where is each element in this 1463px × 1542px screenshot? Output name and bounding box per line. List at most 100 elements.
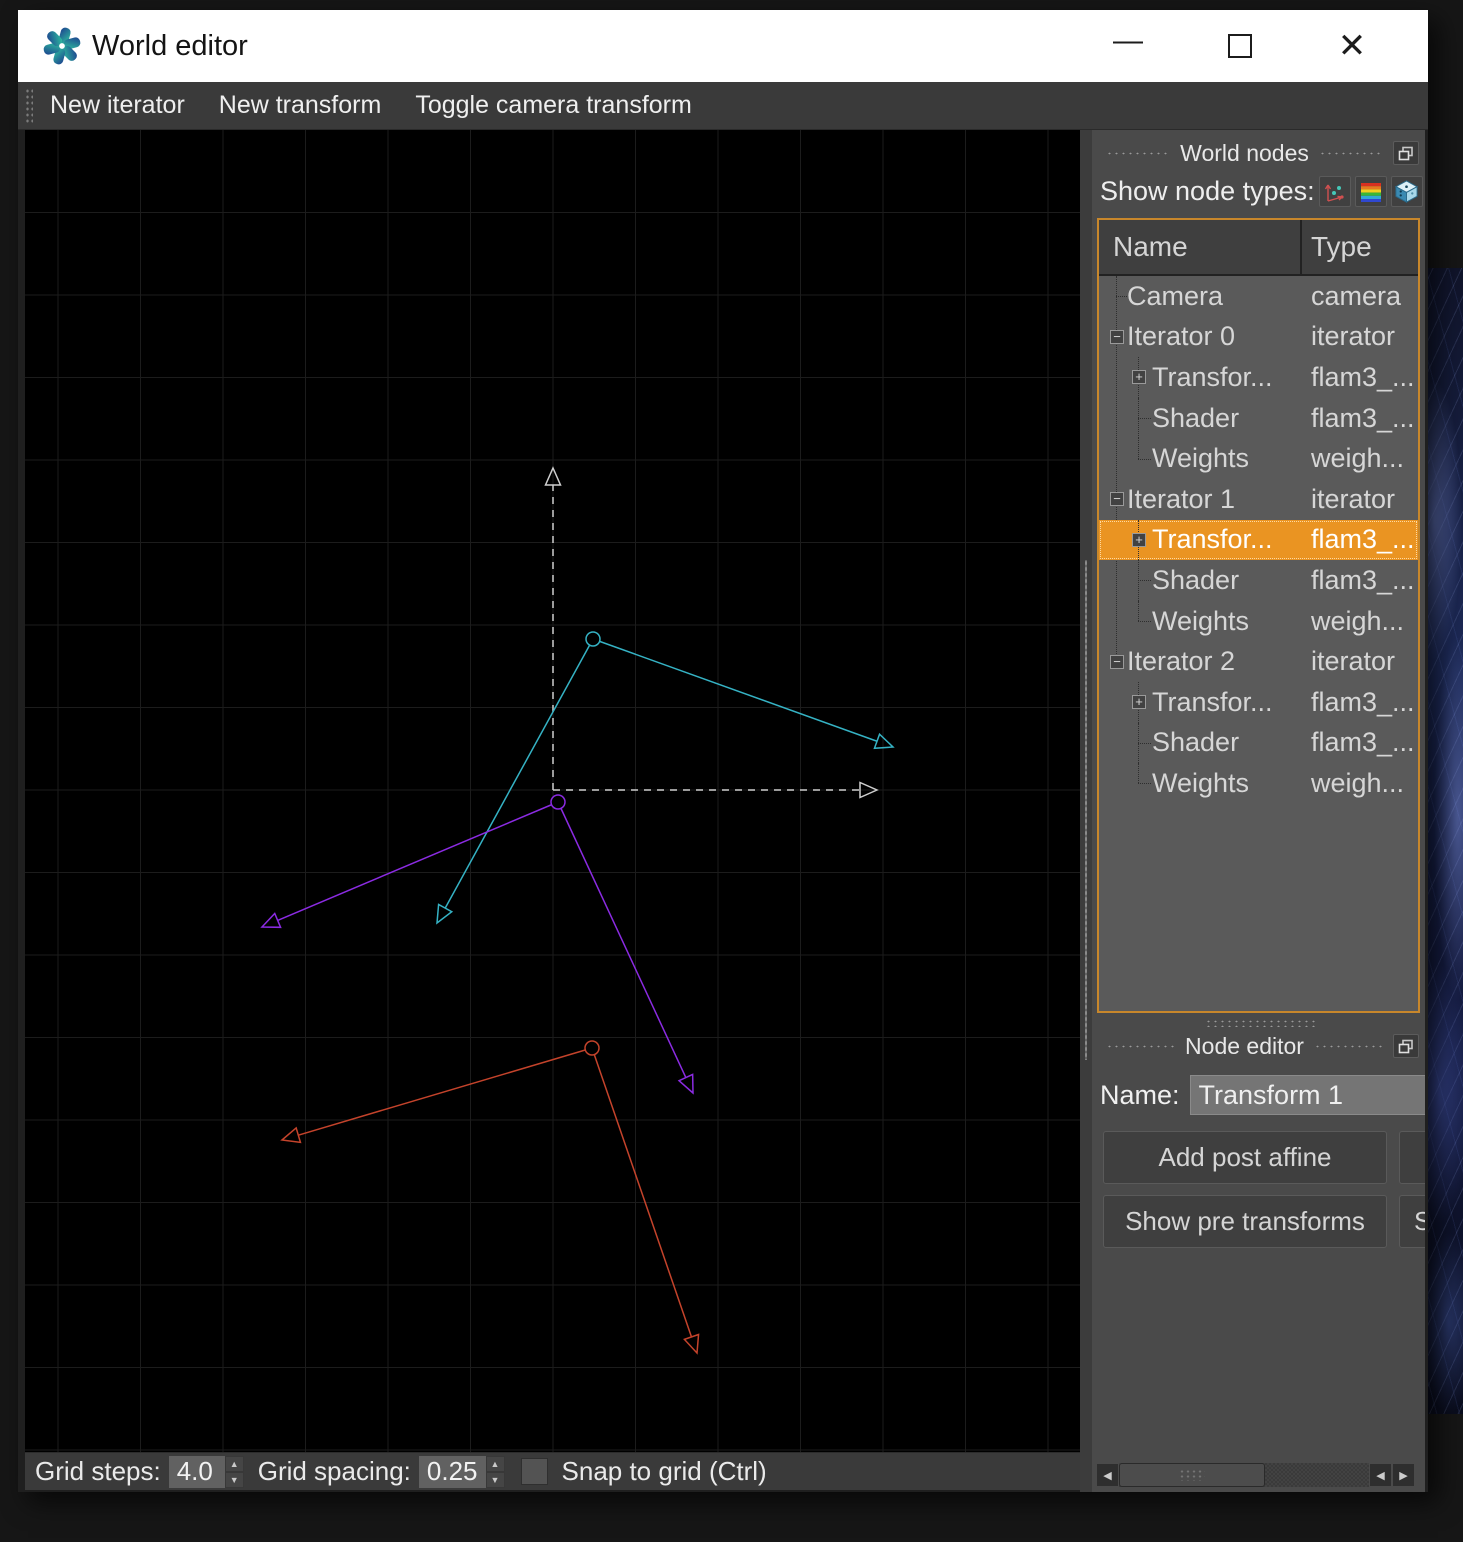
toolbar-drag-handle[interactable] xyxy=(25,88,33,124)
close-button[interactable]: ✕ xyxy=(1296,10,1408,82)
panel-drag-dots xyxy=(1319,148,1383,158)
table-row[interactable]: −Iterator 0iterator xyxy=(1099,317,1418,358)
scroll-left-icon[interactable]: ◀ xyxy=(1096,1463,1119,1487)
desktop-fractal-wallpaper xyxy=(1427,268,1463,1414)
vertical-splitter[interactable] xyxy=(1080,130,1092,1492)
node-name: Shader xyxy=(1152,403,1239,434)
grid-spacing-spinbox[interactable]: 0.25 ▲ ▼ xyxy=(419,1456,505,1488)
grid-steps-spinbox[interactable]: 4.0 ▲ ▼ xyxy=(169,1456,244,1488)
world-canvas[interactable] xyxy=(25,130,1080,1452)
column-header-name[interactable]: Name xyxy=(1099,220,1302,274)
menu-item-toggle-camera-transform[interactable]: Toggle camera transform xyxy=(398,91,709,120)
cell-name: −Iterator 2 xyxy=(1099,641,1302,682)
undock-panel-button[interactable] xyxy=(1393,1034,1419,1058)
expander-plus-icon[interactable]: + xyxy=(1132,370,1146,384)
node-type: iterator xyxy=(1302,484,1418,515)
menu-item-new-transform[interactable]: New transform xyxy=(202,91,399,120)
spinner-down-icon[interactable]: ▼ xyxy=(225,1472,244,1488)
node-name: Iterator 2 xyxy=(1127,646,1235,677)
table-row[interactable]: Weightsweigh... xyxy=(1099,601,1418,642)
scrollbar-track[interactable] xyxy=(1119,1463,1369,1487)
transform-pivot xyxy=(551,795,565,809)
iterator-2-transform xyxy=(282,1041,699,1353)
world-editor-window: World editor — ✕ New iteratorNew transfo… xyxy=(18,10,1428,1492)
table-row[interactable]: Cameracamera xyxy=(1099,276,1418,317)
show-pre-transforms-button[interactable]: Show pre transforms xyxy=(1103,1195,1387,1248)
world-nodes-panel-titlebar[interactable]: World nodes xyxy=(1096,136,1425,170)
show-shader-nodes-button[interactable] xyxy=(1355,176,1387,207)
cell-name: −Iterator 0 xyxy=(1099,317,1302,358)
cell-name: Shader xyxy=(1099,723,1302,764)
table-row[interactable]: Shaderflam3_... xyxy=(1099,560,1418,601)
node-type: flam3_... xyxy=(1302,362,1418,393)
clipped-button-2[interactable]: S xyxy=(1399,1195,1425,1248)
expander-minus-icon[interactable]: − xyxy=(1110,655,1124,669)
horizontal-splitter[interactable] xyxy=(1096,1017,1425,1029)
table-row[interactable]: Weightsweigh... xyxy=(1099,763,1418,804)
title-bar[interactable]: World editor — ✕ xyxy=(18,10,1428,82)
app-pinwheel-icon xyxy=(40,24,84,68)
node-name: Transfor... xyxy=(1152,524,1273,555)
desktop: World editor — ✕ New iteratorNew transfo… xyxy=(0,0,1463,1542)
table-row[interactable]: +Transfor...flam3_... xyxy=(1099,520,1418,561)
table-row[interactable]: +Transfor...flam3_... xyxy=(1099,682,1418,723)
table-row[interactable]: −Iterator 2iterator xyxy=(1099,641,1418,682)
scrollbar-thumb[interactable] xyxy=(1119,1463,1265,1487)
grid-spacing-label: Grid spacing: xyxy=(258,1456,411,1487)
undock-icon xyxy=(1398,1039,1414,1054)
menubar-items: New iteratorNew transformToggle camera t… xyxy=(33,91,709,120)
grid-steps-value[interactable]: 4.0 xyxy=(169,1456,225,1488)
undock-panel-button[interactable] xyxy=(1393,141,1419,165)
node-editor-panel-titlebar[interactable]: Node editor xyxy=(1096,1029,1425,1063)
show-transform-nodes-button[interactable] xyxy=(1319,176,1351,207)
cell-name: Weights xyxy=(1099,438,1302,479)
expander-plus-icon[interactable]: + xyxy=(1132,695,1146,709)
menu-item-new-iterator[interactable]: New iterator xyxy=(33,91,202,120)
world-nodes-panel-title: World nodes xyxy=(1180,140,1309,167)
snap-to-grid-label: Snap to grid (Ctrl) xyxy=(562,1456,767,1487)
node-type: flam3_... xyxy=(1302,687,1418,718)
right-panel: World nodes Show node types: xyxy=(1092,130,1425,1492)
spinner-down-icon[interactable]: ▼ xyxy=(486,1472,505,1488)
clipped-button-1[interactable] xyxy=(1399,1131,1425,1184)
button-column-main: Add post affine Show pre transforms xyxy=(1096,1131,1425,1248)
grid-spacing-value[interactable]: 0.25 xyxy=(419,1456,486,1488)
menubar: New iteratorNew transformToggle camera t… xyxy=(18,82,1428,130)
column-header-type[interactable]: Type xyxy=(1302,220,1418,274)
show-node-types-row: Show node types: xyxy=(1096,176,1425,207)
cell-name: +Transfor... xyxy=(1099,682,1302,723)
palette-icon xyxy=(1359,180,1383,204)
cell-name: Weights xyxy=(1099,601,1302,642)
cell-name: −Iterator 1 xyxy=(1099,479,1302,520)
snap-to-grid-checkbox[interactable] xyxy=(521,1458,548,1485)
node-type: weigh... xyxy=(1302,443,1418,474)
expander-plus-icon[interactable]: + xyxy=(1132,533,1146,547)
expander-minus-icon[interactable]: − xyxy=(1110,492,1124,506)
horizontal-scrollbar[interactable]: ◀ ◀ ▶ xyxy=(1096,1463,1415,1487)
node-name: Camera xyxy=(1127,281,1223,312)
minimize-button[interactable]: — xyxy=(1072,10,1184,82)
panel-drag-dots xyxy=(1106,148,1170,158)
node-type: iterator xyxy=(1302,321,1418,352)
scroll-right-icon[interactable]: ▶ xyxy=(1392,1463,1415,1487)
scroll-left-icon[interactable]: ◀ xyxy=(1369,1463,1392,1487)
panel-drag-dots xyxy=(1314,1041,1383,1051)
add-post-affine-button[interactable]: Add post affine xyxy=(1103,1131,1387,1184)
table-row[interactable]: Shaderflam3_... xyxy=(1099,723,1418,764)
node-name-input[interactable] xyxy=(1190,1075,1425,1115)
node-type: flam3_... xyxy=(1302,403,1418,434)
table-row[interactable]: −Iterator 1iterator xyxy=(1099,479,1418,520)
maximize-button[interactable] xyxy=(1184,10,1296,82)
grid-steps-label: Grid steps: xyxy=(35,1456,161,1487)
show-weight-nodes-button[interactable] xyxy=(1391,176,1423,207)
table-row[interactable]: Weightsweigh... xyxy=(1099,438,1418,479)
spinner-up-icon[interactable]: ▲ xyxy=(486,1456,505,1472)
node-editor-buttons: Add post affine Show pre transforms S xyxy=(1096,1131,1425,1259)
table-row[interactable]: Shader flam3_... xyxy=(1099,398,1418,439)
spinner-up-icon[interactable]: ▲ xyxy=(225,1456,244,1472)
expander-minus-icon[interactable]: − xyxy=(1110,330,1124,344)
maximize-icon xyxy=(1228,34,1252,58)
table-row[interactable]: +Transfor...flam3_... xyxy=(1099,357,1418,398)
node-name: Iterator 0 xyxy=(1127,321,1235,352)
iterator-0-transform xyxy=(437,632,893,923)
